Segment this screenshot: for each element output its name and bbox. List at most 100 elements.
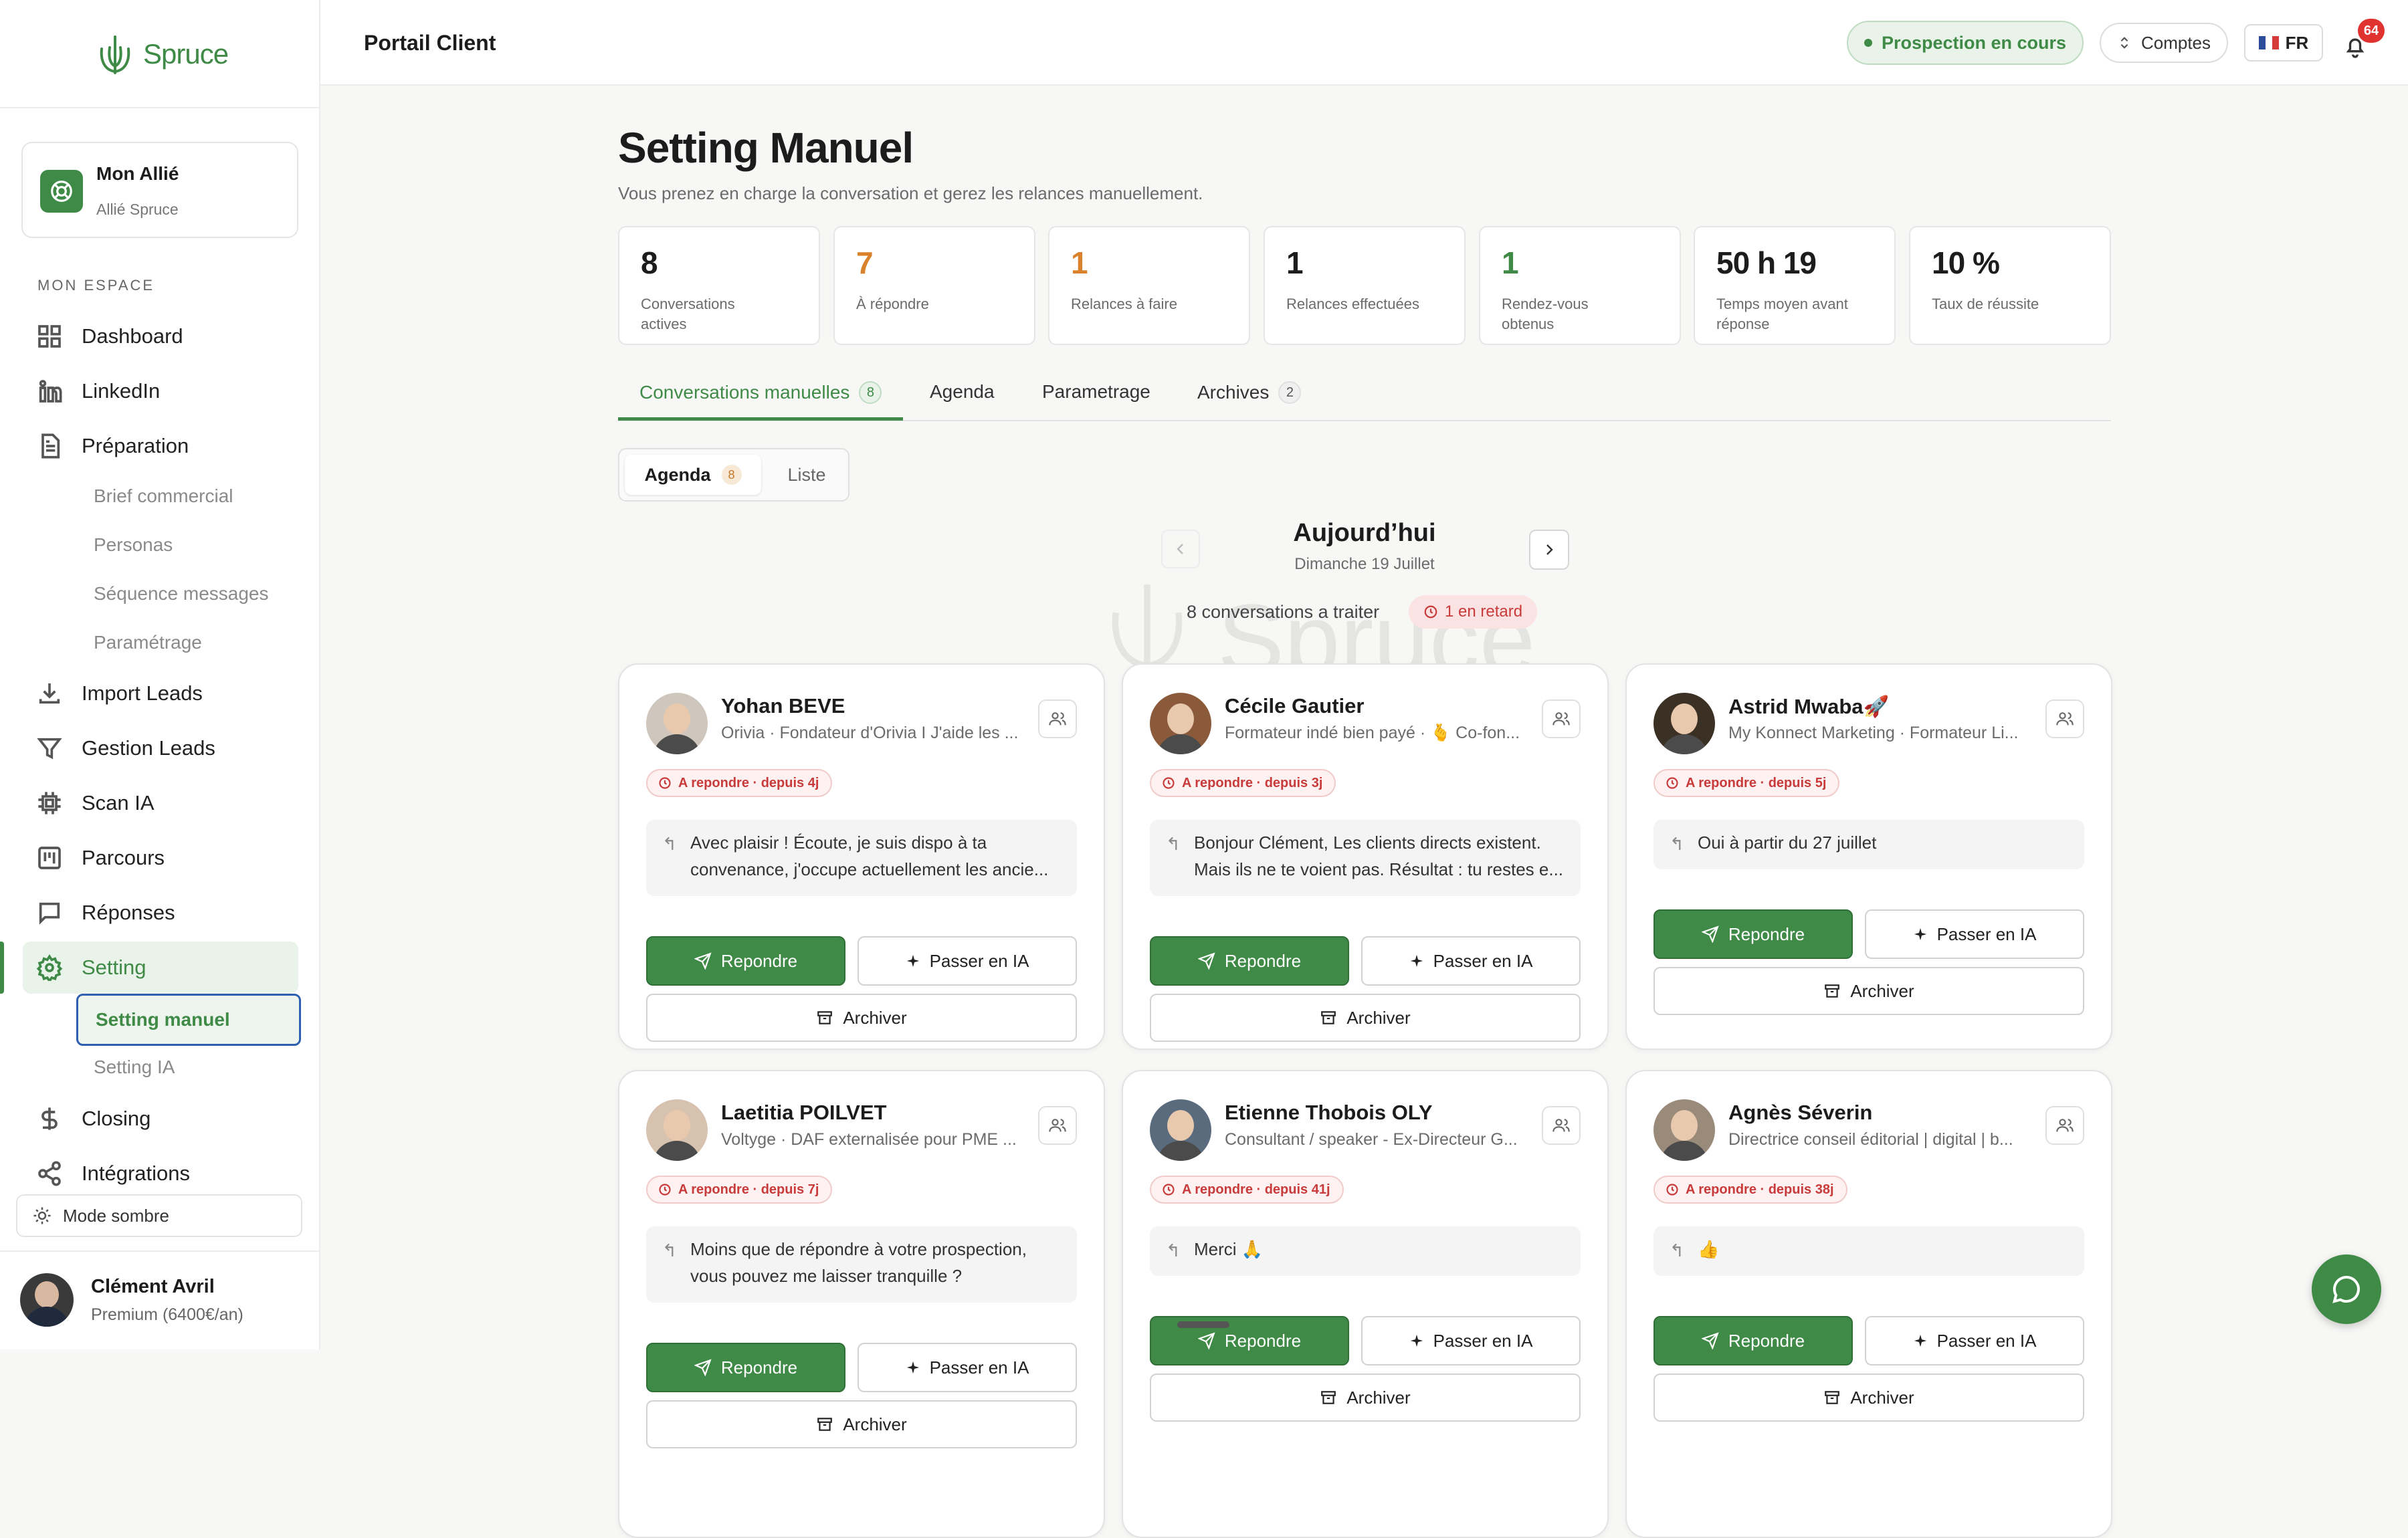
kanban-icon	[36, 845, 63, 871]
group-button[interactable]	[2045, 699, 2084, 738]
conversation-card[interactable]: Astrid Mwaba🚀 My Konnect Marketing · Form…	[1625, 663, 2112, 1050]
ally-card[interactable]: Mon Allié Allié Spruce	[21, 142, 298, 238]
archive-button[interactable]: Archiver	[646, 1400, 1077, 1448]
group-button[interactable]	[1038, 1106, 1077, 1145]
tab-parametrage[interactable]: Parametrage	[1042, 381, 1150, 403]
subitem-sequence[interactable]: Séquence messages	[94, 583, 269, 605]
chat-fab[interactable]	[2312, 1254, 2381, 1324]
logo[interactable]: Spruce	[94, 31, 229, 78]
view-agenda-button[interactable]: Agenda 8	[625, 455, 761, 495]
tab-agenda[interactable]: Agenda	[930, 381, 995, 403]
group-button[interactable]	[1542, 1106, 1581, 1145]
sidebar-item-parcours[interactable]: Parcours	[23, 832, 298, 884]
archive-button[interactable]: Archiver	[1150, 1374, 1581, 1422]
divider	[0, 107, 320, 108]
language-button[interactable]: FR	[2244, 24, 2323, 62]
reply-button[interactable]: Repondre	[1653, 1316, 1853, 1365]
reply-button[interactable]: Repondre	[1150, 936, 1349, 986]
subitem-brief[interactable]: Brief commercial	[94, 485, 233, 507]
dollar-icon	[36, 1105, 63, 1132]
switch-to-ia-button[interactable]: Passer en IA	[858, 1343, 1077, 1392]
sidebar-item-scan-ia[interactable]: Scan IA	[23, 777, 298, 829]
reply-button[interactable]: Repondre	[1653, 909, 1853, 959]
reply-arrow-icon: ↰	[1670, 834, 1684, 854]
download-icon	[36, 680, 63, 707]
status-badge: A repondre · depuis 5j	[1653, 769, 1840, 797]
subitem-parametrage[interactable]: Paramétrage	[94, 632, 202, 653]
switch-to-ia-button[interactable]: Passer en IA	[1865, 909, 2084, 959]
status-badge: A repondre · depuis 38j	[1653, 1176, 1847, 1204]
send-icon	[1197, 952, 1215, 970]
sidebar-item-label: Setting	[82, 956, 146, 979]
sidebar-item-gestion-leads[interactable]: Gestion Leads	[23, 722, 298, 774]
send-icon	[1701, 925, 1719, 943]
group-button[interactable]	[2045, 1106, 2084, 1145]
switch-to-ia-button[interactable]: Passer en IA	[1361, 1316, 1581, 1365]
last-message: ↰ 👍	[1653, 1226, 2084, 1276]
conversation-card[interactable]: Cécile Gautier Formateur indé bien payé ·…	[1122, 663, 1609, 1050]
subitem-personas[interactable]: Personas	[94, 534, 173, 556]
sidebar-item-label: Parcours	[82, 846, 165, 869]
sidebar-item-preparation[interactable]: Préparation	[23, 420, 298, 472]
group-button[interactable]	[1542, 699, 1581, 738]
tab-count-badge: 8	[859, 381, 882, 404]
tab-count-badge: 2	[1278, 381, 1302, 404]
switch-to-ia-button[interactable]: Passer en IA	[1361, 936, 1581, 986]
sidebar-item-setting[interactable]: Setting	[23, 942, 298, 994]
reply-button[interactable]: Repondre	[646, 1343, 845, 1392]
status-badge: A repondre · depuis 7j	[646, 1176, 833, 1204]
sidebar-item-import-leads[interactable]: Import Leads	[23, 667, 298, 720]
subitem-setting-ia[interactable]: Setting IA	[94, 1057, 175, 1078]
clock-icon	[1162, 776, 1175, 790]
archive-label: Archiver	[1850, 980, 1914, 1001]
status-pill[interactable]: Prospection en cours	[1847, 21, 2084, 65]
conversation-card[interactable]: Laetitia POILVET Voltyge · DAF externalis…	[618, 1070, 1105, 1538]
view-liste-button[interactable]: Liste	[772, 455, 841, 495]
scroll-indicator[interactable]	[1177, 1321, 1229, 1328]
subitem-setting-manuel[interactable]: Setting manuel	[76, 994, 301, 1046]
stat-label: Relances à faire	[1071, 296, 1177, 312]
archive-button[interactable]: Archiver	[1653, 1374, 2084, 1422]
user-profile[interactable]: Clément Avril Premium (6400€/an)	[20, 1271, 301, 1331]
last-message: ↰ Oui à partir du 27 juillet	[1653, 820, 2084, 869]
group-button[interactable]	[1038, 699, 1077, 738]
status-badge: A repondre · depuis 3j	[1150, 769, 1336, 797]
conversation-card[interactable]: Yohan BEVE Orivia · Fondateur d'Orivia I …	[618, 663, 1105, 1050]
prev-day-button[interactable]	[1161, 530, 1200, 568]
sidebar-item-reponses[interactable]: Réponses	[23, 887, 298, 939]
sidebar-item-dashboard[interactable]: Dashboard	[23, 310, 298, 362]
avatar	[1653, 1099, 1715, 1161]
sidebar-item-integrations[interactable]: Intégrations	[23, 1147, 298, 1200]
accounts-label: Comptes	[2140, 32, 2211, 53]
archive-button[interactable]: Archiver	[1150, 994, 1581, 1042]
tab-conversations-manuelles[interactable]: Conversations manuelles 8	[639, 381, 882, 404]
sidebar-item-closing[interactable]: Closing	[23, 1093, 298, 1145]
conversation-card[interactable]: Agnès Séverin Directrice conseil éditoria…	[1625, 1070, 2112, 1538]
sidebar-item-linkedin[interactable]: LinkedIn	[23, 365, 298, 417]
dark-mode-toggle[interactable]: Mode sombre	[16, 1194, 302, 1237]
notifications-button[interactable]: 64	[2336, 19, 2385, 63]
switch-to-ia-button[interactable]: Passer en IA	[1865, 1316, 2084, 1365]
status-badge: A repondre · depuis 41j	[1150, 1176, 1344, 1204]
stat-value: 8	[641, 245, 658, 280]
stat-card: 1 Relances effectuées	[1264, 226, 1466, 345]
archive-button[interactable]: Archiver	[1653, 967, 2084, 1015]
status-badge-label: A repondre · depuis 3j	[1182, 775, 1323, 790]
day-title: Aujourd’hui	[1293, 519, 1436, 547]
chat-icon	[36, 899, 63, 926]
archive-button[interactable]: Archiver	[646, 994, 1077, 1042]
conversation-card[interactable]: Etienne Thobois OLY Consultant / speaker …	[1122, 1070, 1609, 1538]
accounts-button[interactable]: Comptes	[2100, 23, 2228, 63]
sidebar-item-label: Gestion Leads	[82, 736, 215, 760]
status-badge-label: A repondre · depuis 4j	[678, 775, 819, 790]
view-agenda-label: Agenda	[644, 464, 711, 485]
sidebar-item-label: Scan IA	[82, 791, 155, 814]
switch-to-ia-button[interactable]: Passer en IA	[858, 936, 1077, 986]
chevron-up-down-icon	[2120, 37, 2128, 49]
next-day-button[interactable]	[1529, 530, 1569, 570]
sparkle-icon	[1409, 954, 1424, 968]
tab-archives[interactable]: Archives 2	[1197, 381, 1302, 404]
users-icon	[1552, 1116, 1571, 1135]
day-date: Dimanche 19 Juillet	[1294, 555, 1435, 573]
reply-button[interactable]: Repondre	[646, 936, 845, 986]
